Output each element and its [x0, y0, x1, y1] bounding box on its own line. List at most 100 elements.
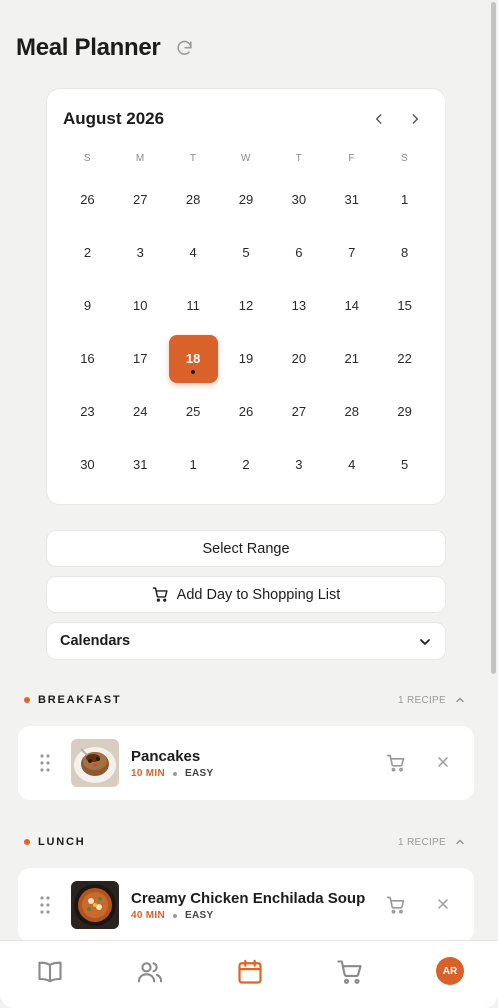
calendar-day[interactable]: 27 — [272, 385, 325, 438]
recipe-time: 10 MIN — [131, 768, 166, 779]
meal-planner-screen: Meal Planner August 2026 S M T W T F S 2… — [0, 0, 490, 1008]
refresh-icon[interactable] — [174, 38, 194, 58]
drag-handle-icon[interactable] — [40, 896, 50, 914]
recipe-card[interactable]: Pancakes 10 MIN EASY — [18, 726, 474, 800]
calendar-day[interactable]: 21 — [325, 332, 378, 385]
calendar-day[interactable]: 1 — [378, 173, 431, 226]
calendar-week: 23 24 25 26 27 28 29 — [61, 385, 431, 438]
calendar-day[interactable]: 20 — [272, 332, 325, 385]
meta-separator — [173, 913, 178, 918]
calendar-day[interactable]: 11 — [167, 279, 220, 332]
calendar-grid: 26 27 28 29 30 31 1 2 3 4 5 6 7 8 9 10 1… — [61, 173, 431, 491]
calendar-day[interactable]: 23 — [61, 385, 114, 438]
weekday-header: S M T W T F S — [61, 153, 431, 164]
chevron-up-icon[interactable] — [454, 836, 466, 848]
bottom-tab-bar: AR — [0, 940, 498, 1008]
recipe-difficulty: EASY — [185, 910, 214, 921]
calendar-day[interactable]: 31 — [325, 173, 378, 226]
recipe-meta: 40 MIN EASY — [131, 910, 213, 921]
previous-month-icon[interactable] — [369, 109, 389, 129]
calendar-icon[interactable] — [236, 958, 264, 986]
calendar-day[interactable]: 2 — [61, 226, 114, 279]
remove-icon[interactable] — [436, 897, 450, 911]
calendar-day[interactable]: 9 — [61, 279, 114, 332]
calendar-day[interactable]: 4 — [325, 438, 378, 491]
calendar-day[interactable]: 29 — [378, 385, 431, 438]
weekday-label: T — [295, 153, 303, 164]
calendar-day[interactable]: 29 — [220, 173, 273, 226]
add-to-cart-icon[interactable] — [386, 895, 406, 915]
calendar-day[interactable]: 26 — [61, 173, 114, 226]
add-day-label: Add Day to Shopping List — [176, 586, 341, 603]
recipe-thumbnail — [71, 739, 119, 787]
scrollbar[interactable] — [491, 2, 496, 674]
calendar-day[interactable]: 5 — [378, 438, 431, 491]
calendar-day[interactable]: 7 — [325, 226, 378, 279]
calendar-month-label: August 2026 — [63, 109, 165, 128]
weekday-label: T — [189, 153, 197, 164]
calendar-day[interactable]: 5 — [220, 226, 273, 279]
calendar-day[interactable]: 17 — [114, 332, 167, 385]
calendar-day[interactable]: 30 — [61, 438, 114, 491]
calendar-week: 9 10 11 12 13 14 15 — [61, 279, 431, 332]
calendars-label: Calendars — [60, 633, 131, 649]
recipe-count: 1 RECIPE — [398, 836, 446, 848]
chevron-up-icon[interactable] — [454, 694, 466, 706]
drag-handle-icon[interactable] — [40, 754, 50, 772]
section-title: LUNCH — [38, 836, 86, 848]
calendar-week: 30 31 1 2 3 4 5 — [61, 438, 431, 491]
weekday-label: F — [348, 153, 356, 164]
chevron-down-icon — [417, 634, 433, 650]
weekday-label: W — [241, 153, 251, 164]
calendar-week: 26 27 28 29 30 31 1 — [61, 173, 431, 226]
calendar-day[interactable]: 8 — [378, 226, 431, 279]
calendar-day[interactable]: 16 — [61, 332, 114, 385]
weekday-label: S — [401, 153, 409, 164]
calendar-day[interactable]: 12 — [220, 279, 273, 332]
recipe-count: 1 RECIPE — [398, 694, 446, 706]
calendar-day[interactable]: 31 — [114, 438, 167, 491]
page-title: Meal Planner — [16, 34, 161, 61]
calendar-day[interactable]: 25 — [167, 385, 220, 438]
calendars-dropdown[interactable]: Calendars — [46, 622, 446, 660]
calendar-day[interactable]: 30 — [272, 173, 325, 226]
recipe-name: Pancakes — [131, 748, 201, 765]
page-header: Meal Planner — [16, 34, 194, 62]
calendar-day[interactable]: 27 — [114, 173, 167, 226]
cart-icon[interactable] — [336, 958, 364, 986]
calendar-day[interactable]: 4 — [167, 226, 220, 279]
avatar[interactable]: AR — [436, 957, 464, 985]
calendar-day[interactable]: 3 — [114, 226, 167, 279]
add-day-to-shopping-list-button[interactable]: Add Day to Shopping List — [46, 576, 446, 613]
section-bullet — [24, 839, 30, 845]
calendar-day[interactable]: 15 — [378, 279, 431, 332]
recipe-card[interactable]: Creamy Chicken Enchilada Soup 40 MIN EAS… — [18, 868, 474, 942]
calendar-day[interactable]: 6 — [272, 226, 325, 279]
calendar-day[interactable]: 3 — [272, 438, 325, 491]
people-icon[interactable] — [136, 958, 164, 986]
section-header-breakfast[interactable]: BREAKFAST 1 RECIPE — [24, 692, 466, 708]
select-range-button[interactable]: Select Range — [46, 530, 446, 567]
calendar-day[interactable]: 19 — [220, 332, 273, 385]
calendar-day[interactable]: 28 — [167, 173, 220, 226]
calendar-day[interactable]: 14 — [325, 279, 378, 332]
calendar-day[interactable]: 26 — [220, 385, 273, 438]
calendar-day[interactable]: 13 — [272, 279, 325, 332]
calendar-day[interactable]: 22 — [378, 332, 431, 385]
add-to-cart-icon[interactable] — [386, 753, 406, 773]
calendar-week: 16 17 18 19 20 21 22 — [61, 332, 431, 385]
remove-icon[interactable] — [436, 755, 450, 769]
calendar-day[interactable]: 24 — [114, 385, 167, 438]
weekday-label: S — [83, 153, 92, 164]
calendar-day[interactable]: 1 — [167, 438, 220, 491]
calendar-day[interactable]: 28 — [325, 385, 378, 438]
next-month-icon[interactable] — [405, 109, 425, 129]
book-icon[interactable] — [36, 958, 64, 986]
calendar-day[interactable]: 10 — [114, 279, 167, 332]
calendar-day[interactable]: 2 — [220, 438, 273, 491]
section-header-lunch[interactable]: LUNCH 1 RECIPE — [24, 834, 466, 850]
recipe-thumbnail — [71, 881, 119, 929]
calendar-day-selected[interactable]: 18 — [167, 332, 220, 385]
cart-icon — [152, 586, 169, 603]
meta-separator — [173, 771, 178, 776]
